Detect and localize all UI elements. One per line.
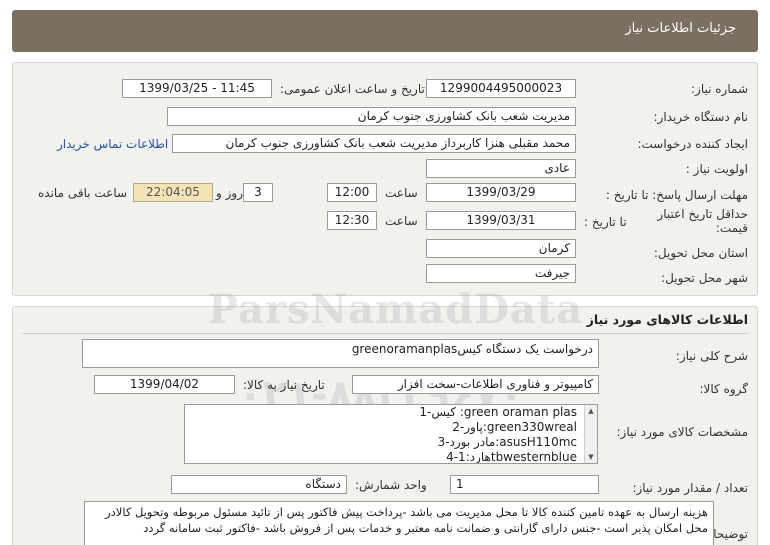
validity-label-1: حداقل تاریخ اعتبار — [657, 207, 748, 221]
validity-time-field: 12:30 — [327, 211, 377, 230]
group-field: کامپیوتر و فناوری اطلاعات-سخت افزار — [352, 375, 599, 394]
validity-to-label: تا تاریخ : — [584, 215, 627, 229]
time-remaining-field: 22:04:05 — [133, 183, 213, 202]
buyer-contact-link[interactable]: اطلاعات تماس خریدار — [57, 137, 168, 151]
validity-date-field: 1399/03/31 — [426, 211, 576, 230]
validity-time-label: ساعت — [385, 214, 418, 228]
days-label: روز و — [216, 186, 243, 200]
priority-label: اولویت نیاز : — [685, 162, 748, 176]
unit-label: واحد شمارش: — [355, 478, 427, 492]
need-number-label: شماره نیاز: — [691, 82, 748, 96]
need-date-field: 1399/04/02 — [94, 375, 235, 394]
specs-scrollbar[interactable]: ▲ ▼ — [584, 405, 597, 463]
section-divider — [22, 333, 748, 334]
province-field: کرمان — [426, 239, 576, 258]
buyer-org-label: نام دستگاه خریدار: — [653, 110, 749, 124]
group-label: گروه کالا: — [699, 382, 749, 396]
priority-field: عادی — [426, 159, 576, 178]
watermark: ParsNamadData — [208, 286, 584, 333]
need-number-field: 1299004495000023 — [426, 79, 576, 98]
list-item: 4-هارد:1tbwesternblue — [446, 450, 577, 464]
summary-field: درخواست یک دستگاه کیسgreenoramanplas — [82, 339, 599, 368]
list-item: 3-مادر بورد:asusH110mc — [437, 435, 577, 449]
page-header: جزئیات اطلاعات نیاز — [12, 10, 758, 52]
announce-label: تاریخ و ساعت اعلان عمومی: — [280, 82, 425, 96]
specs-listbox[interactable]: ▲ ▼ 1-کیس :green oraman plas 2-پاور:gree… — [184, 404, 598, 464]
list-item: 2-پاور:green330wreal — [452, 420, 577, 434]
quantity-label: تعداد / مقدار مورد نیاز: — [632, 481, 748, 495]
buyer-notes-field: هزینه ارسال به عهده تامین کننده کالا تا … — [84, 501, 714, 545]
city-label: شهر محل تحویل: — [661, 271, 748, 285]
scroll-down-icon[interactable]: ▼ — [585, 451, 597, 463]
deadline-time-field: 12:00 — [327, 183, 377, 202]
deadline-time-label: ساعت — [385, 186, 418, 200]
province-label: استان محل تحویل: — [653, 246, 748, 260]
goods-section-title: اطلاعات کالاهای مورد نیاز — [586, 312, 748, 327]
deadline-date-field: 1399/03/29 — [426, 183, 576, 202]
page-title: جزئیات اطلاعات نیاز — [625, 21, 736, 36]
summary-label: شرح کلی نیاز: — [675, 349, 748, 363]
announce-field: 1399/03/25 - 11:45 — [122, 79, 272, 98]
list-item: 1-کیس :green oraman plas — [419, 405, 577, 419]
deadline-label: مهلت ارسال پاسخ: تا تاریخ : — [605, 188, 748, 202]
days-remaining-field: 3 — [243, 183, 273, 202]
time-remaining-label: ساعت باقی مانده — [38, 186, 128, 200]
scroll-up-icon[interactable]: ▲ — [585, 405, 597, 417]
specs-label: مشخصات کالای مورد نیاز: — [616, 425, 748, 439]
requester-label: ایجاد کننده درخواست: — [637, 137, 748, 151]
requester-field: محمد مقبلی هنزا کاربرداز مدیریت شعب بانک… — [172, 134, 576, 153]
validity-label-2: قیمت: — [715, 221, 748, 235]
quantity-field: 1 — [450, 475, 599, 494]
need-date-label: تاریخ نیاز به کالا: — [243, 378, 325, 392]
buyer-org-field: مدیریت شعب بانک کشاورزی جنوب کرمان — [167, 107, 576, 126]
city-field: جیرفت — [426, 264, 576, 283]
unit-field: دستگاه — [171, 475, 347, 494]
